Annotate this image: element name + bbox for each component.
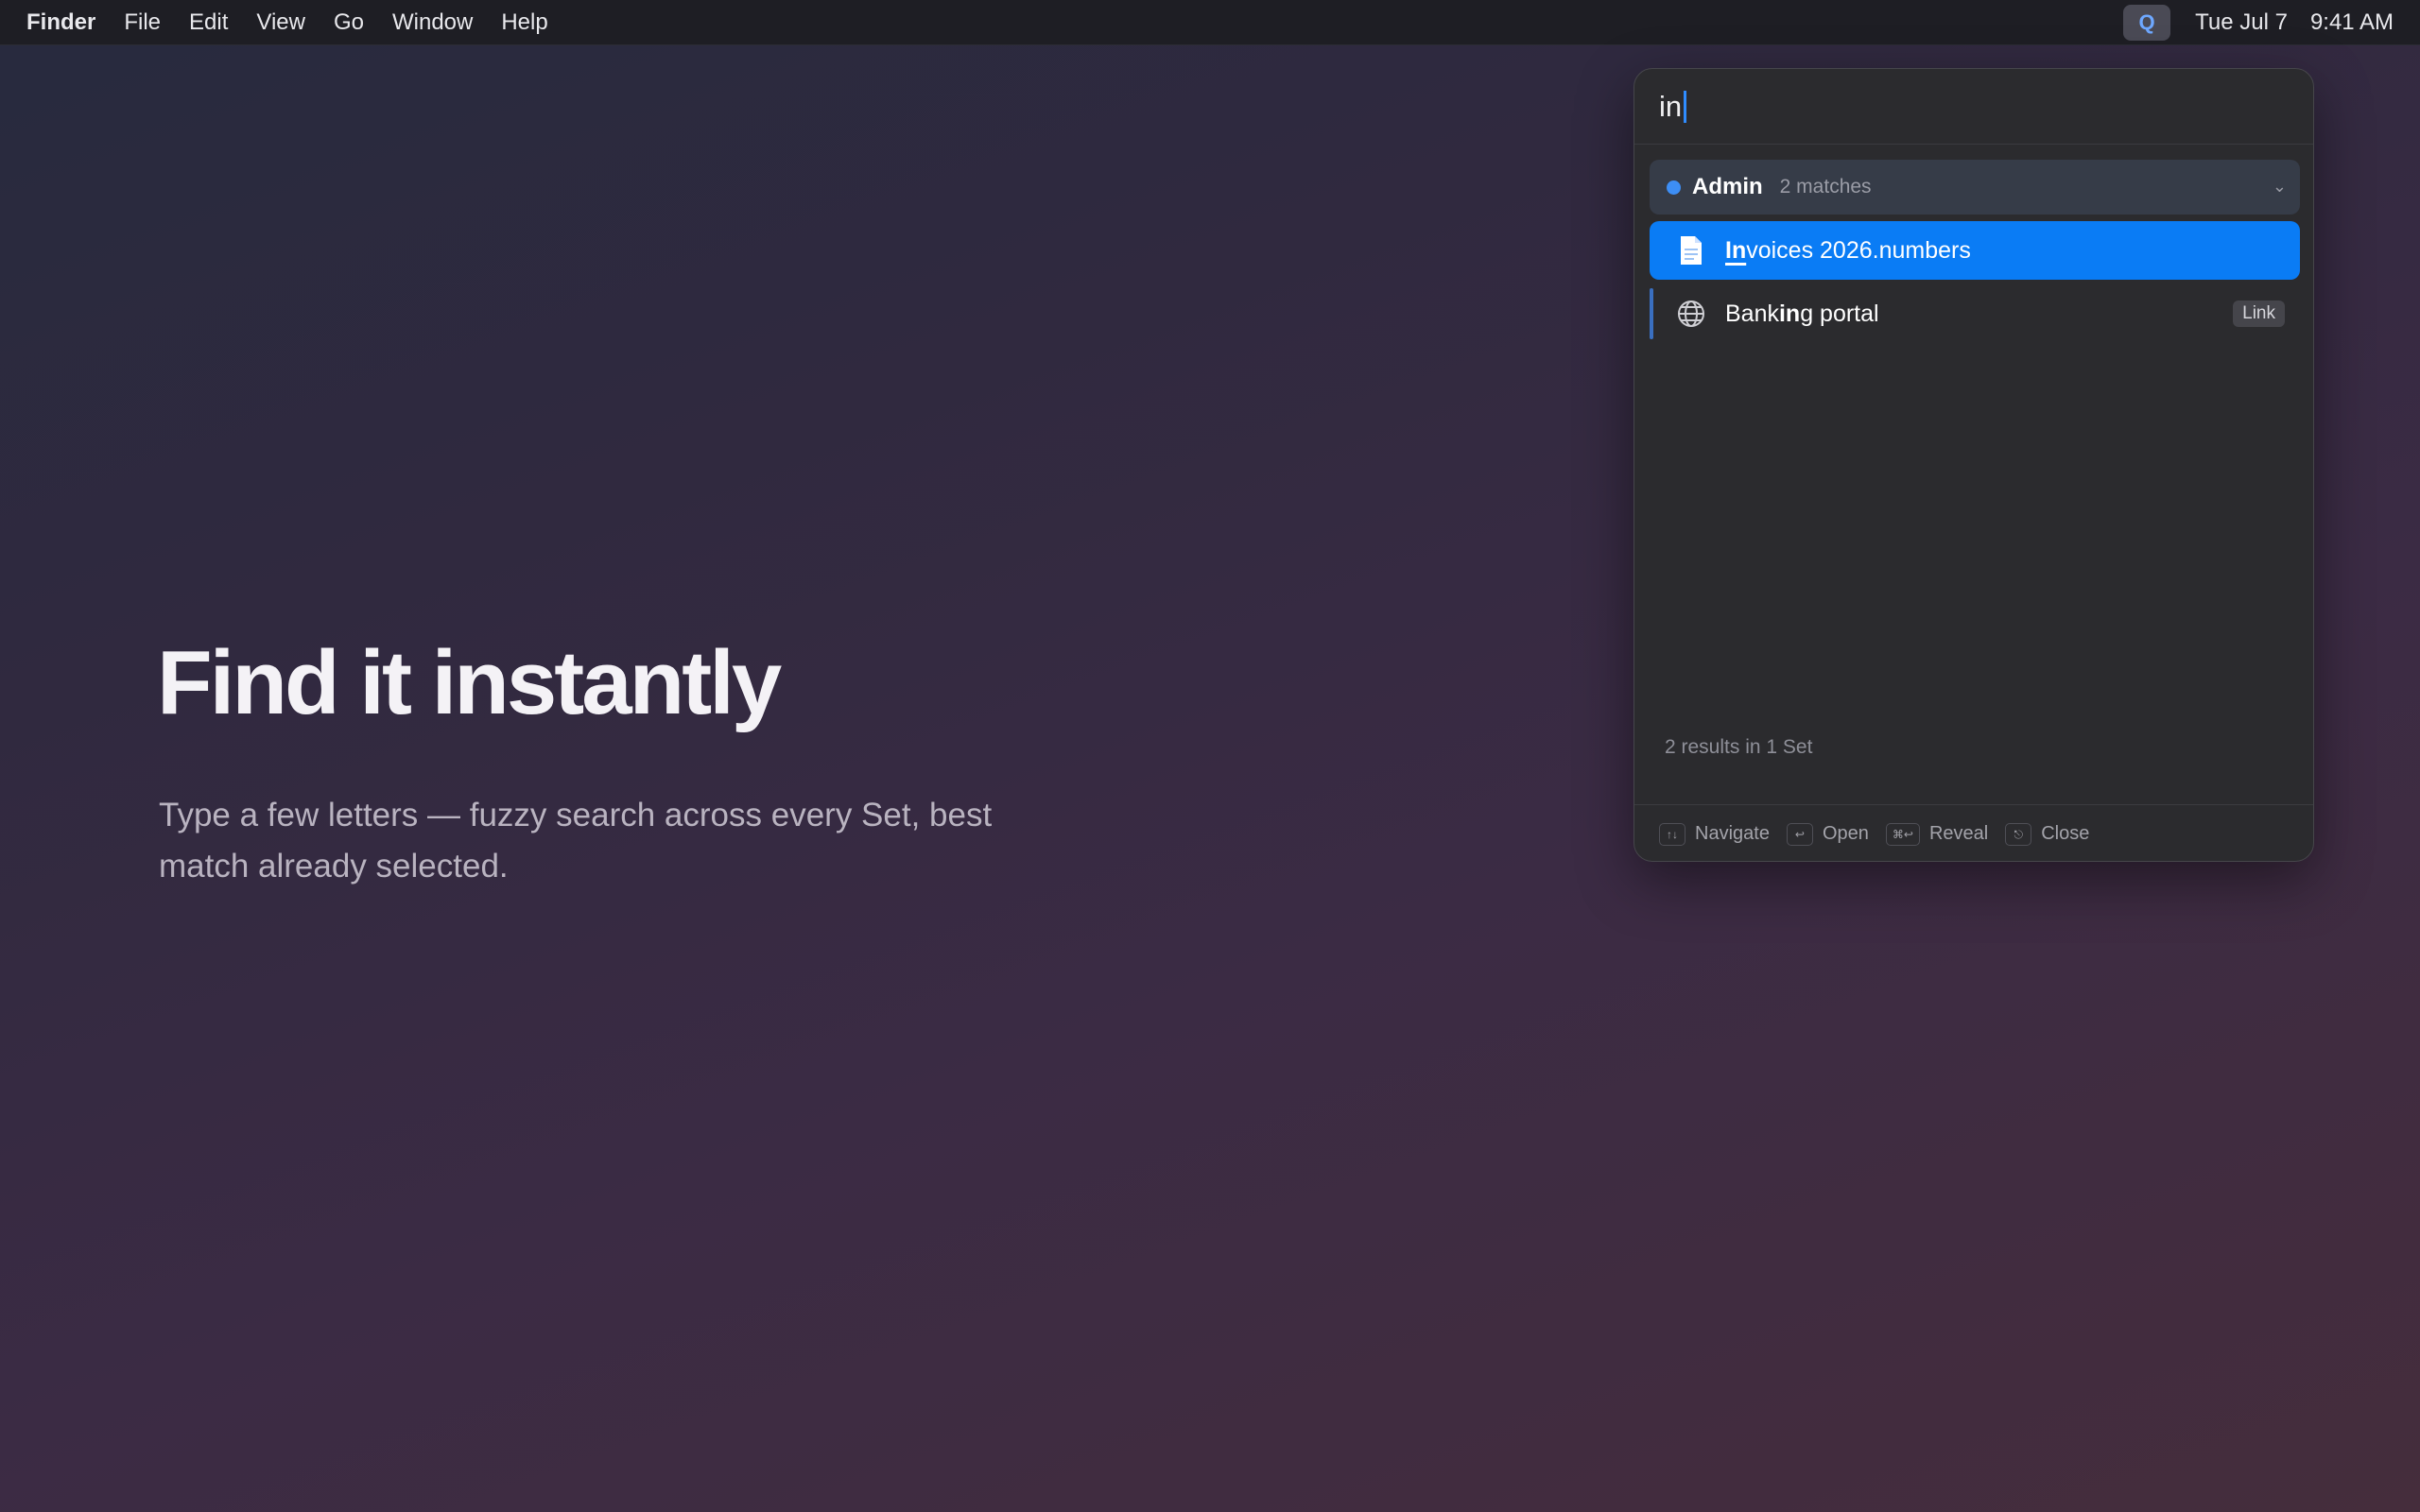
text-caret	[1684, 90, 1687, 123]
arrow-keys-icon: ↑↓	[1659, 822, 1685, 846]
command-return-key-icon: ⌘↩	[1885, 822, 1920, 846]
result-title: Banking portal	[1725, 300, 1879, 327]
quick-search-status-icon[interactable]: Q	[2123, 5, 2171, 41]
menu-app-finder[interactable]: Finder	[26, 0, 95, 45]
hint-close: ⎋ Close	[2005, 822, 2089, 846]
result-item-invoices[interactable]: Invoices 2026.numbers	[1650, 221, 2300, 280]
search-input[interactable]: in	[1634, 69, 2313, 145]
search-query-text: in	[1659, 89, 1683, 123]
menu-bar-date[interactable]: Tue Jul 7	[2195, 9, 2288, 36]
hero-subtitle: Type a few letters — fuzzy search across…	[159, 797, 993, 885]
hero-title: Find it instantly	[157, 632, 782, 733]
match-highlight: in	[1778, 300, 1801, 327]
return-key-icon: ↩	[1786, 822, 1813, 846]
shortcut-hints-bar: ↑↓ Navigate ↩ Open ⌘↩ Reveal ⎋ Close	[1634, 804, 2313, 861]
result-item-banking-portal[interactable]: Banking portal Link	[1650, 284, 2300, 343]
group-color-dot	[1667, 180, 1681, 195]
menu-file[interactable]: File	[124, 0, 161, 45]
menu-go[interactable]: Go	[334, 0, 364, 45]
type-badge: Link	[2233, 301, 2285, 327]
search-panel: in Admin 2 matches ⌄ Invoices 2026.numbe…	[1634, 68, 2314, 862]
menu-edit[interactable]: Edit	[189, 0, 228, 45]
result-title-rest: voices 2026.numbers	[1746, 236, 1971, 264]
menu-help[interactable]: Help	[501, 0, 547, 45]
hint-reveal: ⌘↩ Reveal	[1885, 822, 1988, 846]
escape-key-icon: ⎋	[2005, 822, 2032, 846]
menu-bar-status-area: Q Tue Jul 7 9:41 AM	[2123, 0, 2394, 45]
menu-window[interactable]: Window	[392, 0, 473, 45]
globe-icon	[1672, 295, 1710, 333]
group-header-admin[interactable]: Admin 2 matches ⌄	[1650, 160, 2300, 215]
menu-bar: Finder File Edit View Go Window Help Q T…	[0, 0, 2420, 45]
hint-open: ↩ Open	[1786, 822, 1869, 846]
document-icon	[1672, 232, 1710, 269]
group-accent-bar	[1650, 288, 1653, 339]
hint-navigate: ↑↓ Navigate	[1659, 822, 1770, 846]
menu-view[interactable]: View	[256, 0, 305, 45]
chevron-down-icon[interactable]: ⌄	[2273, 177, 2287, 197]
group-name: Admin	[1692, 174, 1763, 199]
group-match-count: 2 matches	[1779, 176, 1872, 198]
result-title: Invoices 2026.numbers	[1725, 237, 1971, 265]
match-highlight: In	[1725, 236, 1747, 264]
results-summary: 2 results in 1 Set	[1665, 736, 1813, 758]
menu-bar-time[interactable]: 9:41 AM	[2310, 9, 2394, 36]
